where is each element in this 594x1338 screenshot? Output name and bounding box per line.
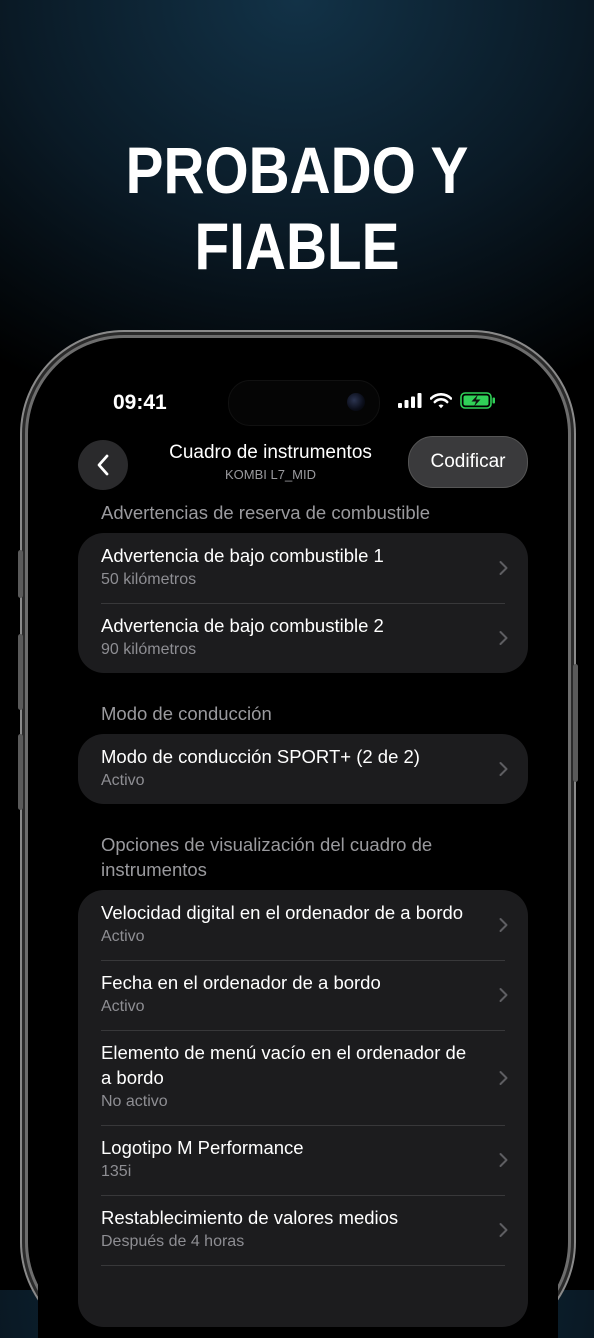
row-title: Modo de conducción SPORT+ (2 de 2) <box>101 746 420 767</box>
settings-list: Advertencias de reserva de combustible A… <box>78 500 528 1327</box>
row-title: Restablecimiento de valores medios <box>101 1207 399 1228</box>
row-value: Después de 4 horas <box>101 1233 245 1250</box>
battery-charging-icon <box>460 392 495 409</box>
row-value: 90 kilómetros <box>101 641 197 658</box>
row-title: Elemento de menú vacío en el ordenador d… <box>101 1042 467 1088</box>
row-title: Fecha en el ordenador de a bordo <box>101 972 381 993</box>
row-value: 50 kilómetros <box>101 571 197 588</box>
phone-frame: 09:41 Cuadro de instrumentos KOMBI L7_MI… <box>18 338 578 1338</box>
chevron-right-icon <box>499 988 508 1002</box>
wifi-icon <box>430 392 452 408</box>
status-bar: 09:41 <box>38 348 558 438</box>
codificar-button[interactable]: Codificar <box>408 436 528 488</box>
chevron-right-icon <box>499 762 508 776</box>
chevron-right-icon <box>499 1153 508 1167</box>
settings-group: Advertencia de bajo combustible 1 50 kil… <box>78 533 528 673</box>
list-item[interactable]: Advertencia de bajo combustible 1 50 kil… <box>78 533 528 603</box>
settings-group: Modo de conducción SPORT+ (2 de 2) Activ… <box>78 734 528 804</box>
list-item[interactable]: Velocidad digital en el ordenador de a b… <box>78 890 528 960</box>
row-title: Logotipo M Performance <box>101 1137 304 1158</box>
side-button <box>18 550 23 598</box>
nav-title-block: Cuadro de instrumentos KOMBI L7_MID <box>133 442 408 482</box>
cellular-signal-icon <box>398 393 422 408</box>
page-title: Cuadro de instrumentos <box>169 442 372 463</box>
list-item[interactable] <box>78 1265 528 1327</box>
settings-group: Velocidad digital en el ordenador de a b… <box>78 890 528 1327</box>
chevron-right-icon <box>499 918 508 932</box>
section-title: Modo de conducción <box>101 703 272 724</box>
row-title: Advertencia de bajo combustible 1 <box>101 545 384 566</box>
list-item[interactable]: Advertencia de bajo combustible 2 90 kil… <box>78 603 528 673</box>
list-item[interactable]: Modo de conducción SPORT+ (2 de 2) Activ… <box>78 734 528 804</box>
power-button <box>573 664 578 782</box>
status-time: 09:41 <box>113 391 167 414</box>
volume-up-button <box>18 634 23 710</box>
chevron-right-icon <box>499 1070 508 1085</box>
row-value: Activo <box>101 998 145 1015</box>
status-icons <box>398 392 496 409</box>
section-title: Opciones de visualización del cuadro de … <box>101 834 433 880</box>
section-title: Advertencias de reserva de combustible <box>101 502 431 523</box>
list-item[interactable]: Restablecimiento de valores medios Despu… <box>78 1195 528 1265</box>
list-item[interactable]: Logotipo M Performance 135i <box>78 1125 528 1195</box>
row-title: Velocidad digital en el ordenador de a b… <box>101 902 464 923</box>
row-value: 135i <box>101 1163 132 1180</box>
headline: PROBADO Y FIABLE <box>125 133 469 283</box>
chevron-right-icon <box>499 1223 508 1237</box>
volume-down-button <box>18 734 23 810</box>
row-value: No activo <box>101 1093 168 1110</box>
camera-icon <box>347 393 365 411</box>
chevron-right-icon <box>499 561 508 575</box>
chevron-left-icon <box>97 454 109 476</box>
page-subtitle: KOMBI L7_MID <box>224 467 317 482</box>
phone-screen: 09:41 Cuadro de instrumentos KOMBI L7_MI… <box>38 348 558 1338</box>
list-item[interactable]: Fecha en el ordenador de a bordo Activo <box>78 960 528 1030</box>
chevron-right-icon <box>499 631 508 645</box>
row-value: Activo <box>101 928 145 945</box>
back-button[interactable] <box>78 440 128 490</box>
dynamic-island <box>228 380 380 426</box>
row-value: Activo <box>101 772 145 789</box>
list-item[interactable]: Elemento de menú vacío en el ordenador d… <box>78 1030 528 1125</box>
row-title: Advertencia de bajo combustible 2 <box>101 615 384 636</box>
navigation-bar: Cuadro de instrumentos KOMBI L7_MID Codi… <box>38 434 558 490</box>
